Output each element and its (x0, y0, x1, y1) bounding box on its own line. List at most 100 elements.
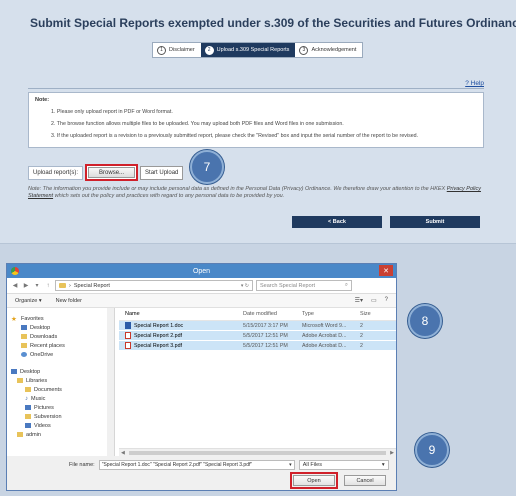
open-button[interactable]: Open (293, 475, 335, 486)
up-arrow-icon[interactable]: ↑ (44, 283, 52, 289)
nav-desktop-root[interactable]: Desktop (7, 367, 114, 376)
upload-page: Submit Special Reports exempted under s.… (0, 0, 516, 244)
search-placeholder: Search Special Report (260, 282, 316, 289)
close-icon[interactable]: ✕ (379, 265, 393, 276)
browse-button[interactable]: Browse... (88, 167, 136, 178)
file-name: Special Report 2.pdf (134, 332, 182, 339)
step-upload: 2 Upload s.309 Special Reports (200, 43, 296, 57)
scroll-thumb[interactable] (128, 450, 387, 455)
filename-value: "Special Report 1.doc" "Special Report 2… (101, 461, 253, 468)
dialog-buttons: Open Cancel (290, 472, 386, 489)
organize-menu[interactable]: Organize ▾ (15, 298, 42, 304)
file-name: Special Report 1.doc (134, 322, 184, 329)
nav-subversion[interactable]: Subversion (7, 412, 114, 421)
file-date: 5/5/2017 12:51 PM (243, 342, 288, 349)
dropdown-icon[interactable]: ▾ (33, 282, 41, 289)
preview-pane-icon[interactable]: ▭ (371, 297, 377, 304)
step-callout-8: 8 (408, 304, 442, 338)
nav-favorites[interactable]: ★ Favorites (7, 314, 114, 323)
star-icon: ★ (11, 315, 17, 323)
filename-input[interactable]: "Special Report 1.doc" "Special Report 2… (98, 459, 295, 470)
word-doc-icon (125, 322, 131, 329)
step-disclaimer: 1 Disclaimer (153, 43, 201, 57)
file-date: 5/5/2017 12:51 PM (243, 332, 288, 339)
view-icon[interactable]: ☰▾ (355, 297, 363, 304)
column-headers: Name Date modified Type Size (119, 308, 396, 321)
pdf-icon (125, 342, 131, 349)
open-file-dialog: Open ✕ ◀ ▶ ▾ ↑ › Special Report ▾ ↻ Sear… (6, 263, 397, 491)
pdf-icon (125, 332, 131, 339)
help-icon[interactable]: ? (385, 297, 388, 304)
dialog-titlebar: Open ✕ (7, 264, 396, 278)
browse-highlight: Browse... (85, 164, 139, 181)
file-size: 2 (360, 332, 363, 339)
column-name[interactable]: Name (119, 311, 243, 317)
step-label: Disclaimer (169, 47, 195, 53)
scroll-left-icon[interactable]: ◀ (121, 450, 125, 456)
recent-places-icon (21, 343, 27, 348)
file-type: Adobe Acrobat D... (302, 332, 347, 339)
file-date: 5/15/2017 3:17 PM (243, 322, 288, 329)
column-size[interactable]: Size (360, 311, 380, 317)
search-icon: ⌕ (344, 282, 348, 288)
horizontal-scrollbar[interactable]: ◀ ▶ (119, 448, 396, 456)
column-date-modified[interactable]: Date modified (243, 311, 302, 317)
filename-row: File name: "Special Report 1.doc" "Speci… (7, 458, 396, 471)
page-title: Submit Special Reports exempted under s.… (30, 16, 516, 30)
nav-documents[interactable]: Documents (7, 385, 114, 394)
disclaimer-text: Note: The information you provide includ… (28, 186, 447, 192)
navigation-pane: ★ Favorites Desktop Downloads Recent plac… (7, 308, 115, 456)
back-button[interactable]: < Back (292, 216, 382, 228)
step-callout-9: 9 (415, 433, 449, 467)
step-callout-7: 7 (190, 150, 224, 184)
nav-desktop[interactable]: Desktop (7, 323, 114, 332)
refresh-icon[interactable]: ▾ ↻ (241, 283, 249, 289)
dialog-toolbar: Organize ▾ New folder ☰▾ ▭ ? (7, 294, 396, 308)
file-name: Special Report 3.pdf (134, 342, 182, 349)
onedrive-icon (21, 352, 27, 357)
documents-icon (25, 387, 31, 392)
nav-pictures[interactable]: Pictures (7, 403, 114, 412)
submit-button[interactable]: Submit (390, 216, 480, 228)
filename-label: File name: (69, 461, 95, 468)
music-icon: ♪ (25, 395, 28, 402)
open-highlight: Open (290, 472, 338, 489)
file-row[interactable]: Special Report 1.doc 5/15/2017 3:17 PM M… (119, 321, 396, 330)
nav-onedrive[interactable]: OneDrive (7, 350, 114, 359)
progress-steps: 1 Disclaimer 2 Upload s.309 Special Repo… (152, 42, 364, 58)
help-link[interactable]: ? Help (465, 80, 484, 87)
note-item: 3. If the uploaded report is a revision … (51, 133, 419, 139)
address-bar[interactable]: › Special Report ▾ ↻ (55, 280, 253, 291)
address-row: ◀ ▶ ▾ ↑ › Special Report ▾ ↻ Search Spec… (7, 278, 396, 294)
new-folder-button[interactable]: New folder (56, 298, 82, 304)
path-separator: › (69, 282, 71, 289)
note-title: Note: (35, 97, 50, 103)
forward-arrow-icon[interactable]: ▶ (22, 282, 30, 289)
nav-admin[interactable]: admin (7, 430, 114, 439)
back-arrow-icon[interactable]: ◀ (11, 282, 19, 289)
view-controls: ☰▾ ▭ ? (355, 297, 388, 304)
step-label: Upload s.309 Special Reports (216, 47, 290, 53)
note-box: Note: 1. Please only upload report in PD… (28, 92, 484, 148)
subversion-icon (25, 414, 31, 419)
note-item: 1. Please only upload report in PDF or W… (51, 109, 173, 115)
scroll-right-icon[interactable]: ▶ (390, 450, 394, 456)
nav-libraries[interactable]: Libraries (7, 376, 114, 385)
file-row[interactable]: Special Report 2.pdf 5/5/2017 12:51 PM A… (119, 331, 396, 340)
column-type[interactable]: Type (302, 311, 360, 317)
search-input[interactable]: Search Special Report ⌕ (256, 280, 352, 291)
desktop-icon (21, 325, 27, 330)
libraries-icon (17, 378, 23, 383)
cancel-button[interactable]: Cancel (344, 475, 386, 486)
start-upload-button[interactable]: Start Upload (140, 165, 184, 180)
step-number: 1 (157, 45, 166, 55)
chevron-down-icon[interactable]: ▾ (289, 462, 292, 468)
nav-music[interactable]: ♪ Music (7, 394, 114, 403)
nav-videos[interactable]: Videos (7, 421, 114, 430)
nav-scrollbar[interactable] (107, 308, 114, 456)
file-type-select[interactable]: All Files ▾ (298, 459, 389, 470)
divider (28, 88, 484, 89)
nav-recent-places[interactable]: Recent places (7, 341, 114, 350)
nav-downloads[interactable]: Downloads (7, 332, 114, 341)
file-row[interactable]: Special Report 3.pdf 5/5/2017 12:51 PM A… (119, 341, 396, 350)
